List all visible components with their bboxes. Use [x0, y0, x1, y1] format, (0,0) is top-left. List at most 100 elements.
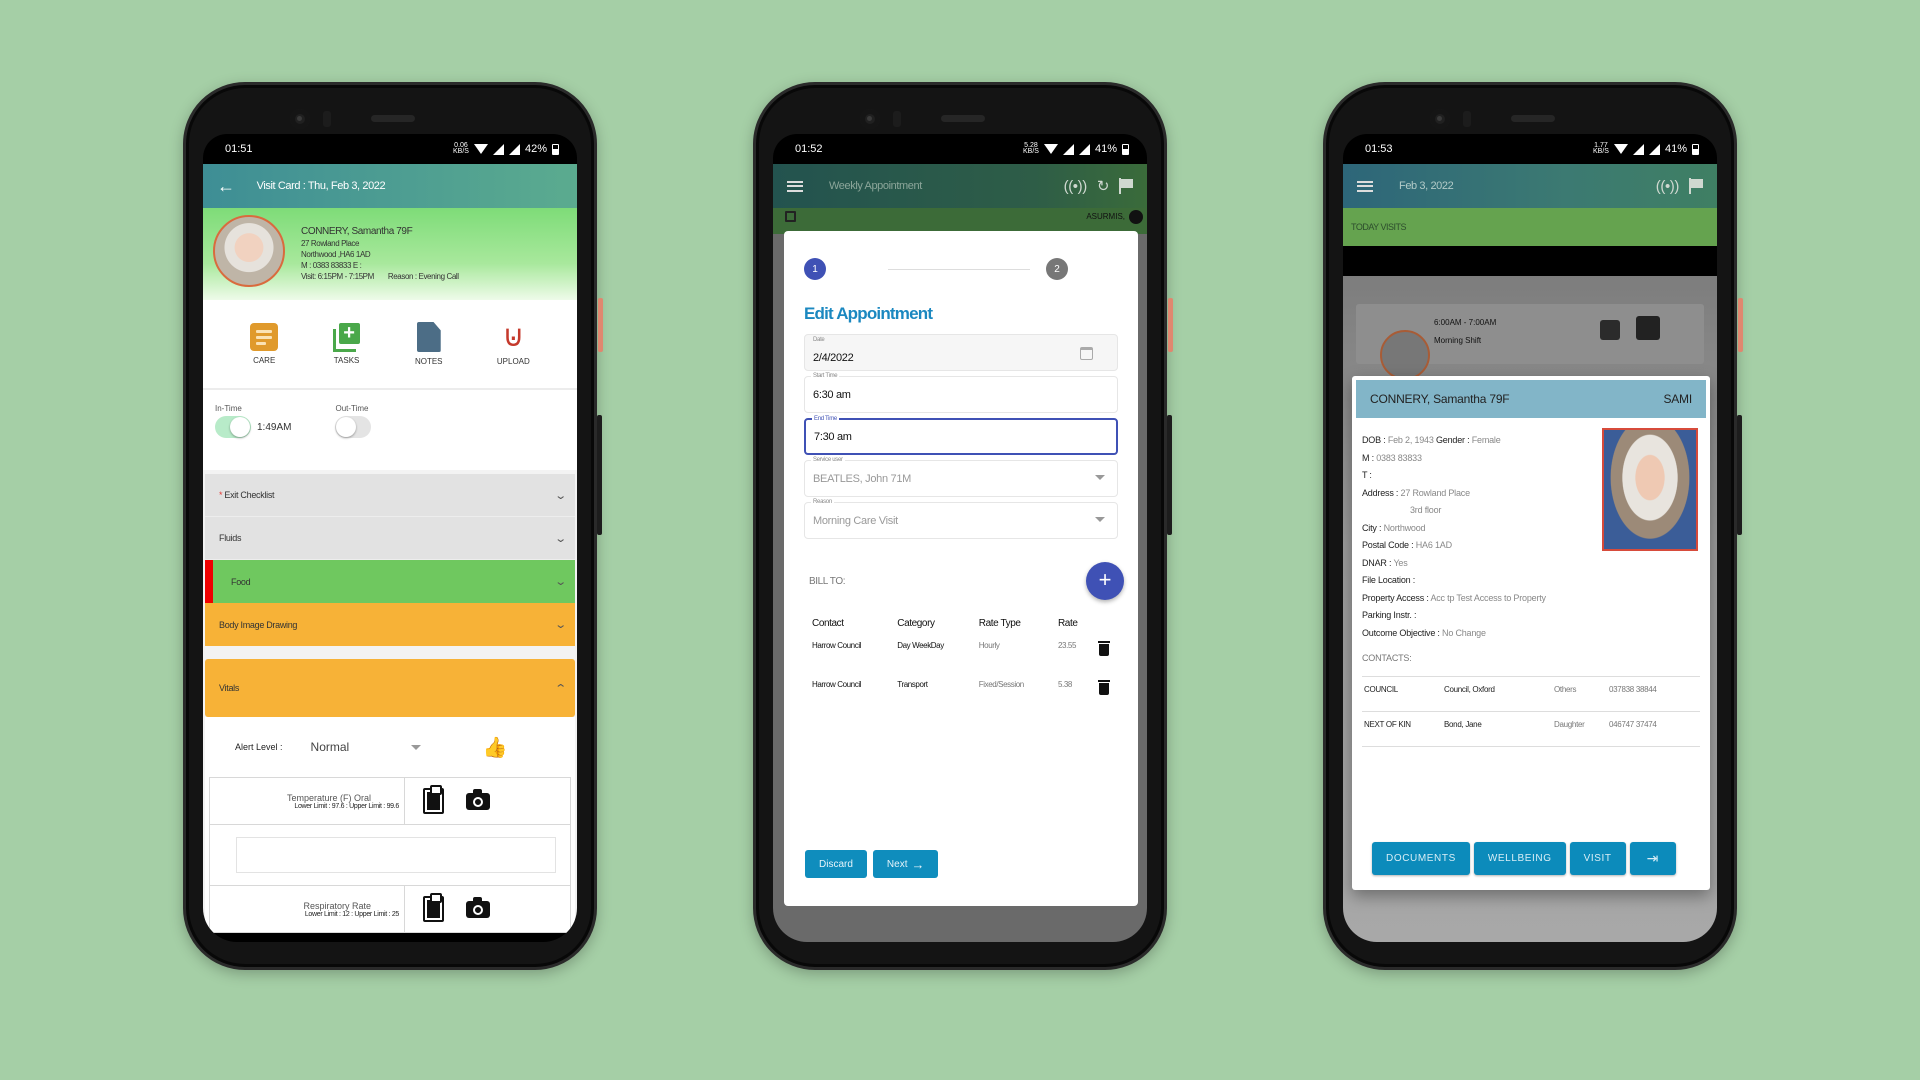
battery-icon [552, 143, 559, 155]
menu-icon[interactable] [1357, 180, 1373, 192]
calendar-icon[interactable] [1080, 347, 1093, 360]
chevron-down-icon: ⌄ [554, 532, 567, 545]
camera-icon[interactable] [466, 788, 490, 810]
client-detail-header: CONNERY, Samantha 79F SAMI [1356, 380, 1706, 418]
wifi-icon [473, 144, 488, 154]
chevron-down-icon: ⌄ [554, 576, 567, 588]
client-detail-dialog: CONNERY, Samantha 79F SAMI DOB : Feb 2, … [1352, 376, 1710, 890]
column-header: Category [897, 617, 935, 629]
broadcast-icon[interactable]: ((•)) [1656, 178, 1680, 195]
vital-row: Temperature (F) Oral Lower Limit : 97.6 … [209, 777, 571, 825]
sign-in-icon: ⇥ [1646, 850, 1659, 866]
volume-button [1167, 415, 1172, 535]
vital-row: Respiratory Rate Lower Limit : 12 : Uppe… [209, 885, 571, 933]
section-fluids[interactable]: Fluids ⌄ [205, 517, 575, 560]
notes-label: NOTES [414, 357, 443, 366]
step-connector [888, 268, 1030, 270]
network-speed: 0.06 KB/S [453, 142, 469, 155]
next-button[interactable]: Next → [872, 850, 939, 878]
app-bar: Weekly Appointment ((•)) ↻ [773, 164, 1147, 208]
calendar-icon [785, 211, 796, 222]
start-time-field[interactable]: Start Time 6:30 am [804, 373, 1118, 413]
battery-percent: 42% [524, 143, 547, 155]
field-outcome: Outcome Objective : No Change [1362, 627, 1486, 638]
signal-icon [1632, 143, 1644, 155]
clipboard-icon[interactable] [423, 893, 444, 922]
add-task-icon [332, 323, 361, 352]
tasks-button[interactable]: TASKS [332, 323, 361, 365]
time-toggles: In-Time 1:49AM Out-Time [203, 390, 577, 470]
wellbeing-button[interactable]: WELLBEING [1473, 842, 1566, 875]
start-time-value: 6:30 am [813, 388, 851, 401]
column-header: Rate [1057, 617, 1078, 629]
visit-button[interactable]: VISIT [1569, 842, 1626, 875]
status-time: 01:53 [1365, 143, 1393, 155]
field-label: Start Time [811, 373, 840, 380]
vital-value-row [209, 825, 571, 885]
required-mark: * [219, 490, 223, 500]
signal-icon [508, 143, 520, 155]
contact-row: COUNCIL Council, Oxford Others 037838 38… [1362, 676, 1700, 711]
vital-value-input[interactable] [236, 837, 556, 873]
out-time-toggle[interactable] [335, 416, 372, 438]
front-camera [860, 109, 880, 129]
network-speed: 5.28 KB/S [1023, 142, 1039, 155]
alert-level-select[interactable]: Normal [311, 740, 401, 754]
client-name: CONNERY, Samantha 79F [1370, 392, 1510, 406]
date-field[interactable]: Date 2/4/2022 [804, 334, 1118, 371]
edit-appointment-dialog: 1 2 Edit Appointment Date 2/4/2022 Start… [784, 231, 1138, 906]
end-time-field[interactable]: End Time 7:30 am [804, 416, 1118, 455]
visit-card: 6:00AM - 7:00AM Morning Shift [1356, 304, 1704, 380]
dropdown-caret-icon [1095, 517, 1105, 522]
exit-button[interactable]: ⇥ [1629, 842, 1676, 875]
section-exit-checklist[interactable]: * Exit Checklist ⌄ [205, 474, 575, 517]
stepper: 1 2 [804, 258, 1118, 280]
arrow-left-icon[interactable]: ← [217, 176, 235, 197]
delete-icon[interactable] [1098, 641, 1111, 656]
section-vitals[interactable]: Vitals ⌃ [205, 659, 575, 717]
menu-icon[interactable] [787, 180, 803, 192]
camera-icon[interactable] [466, 896, 490, 918]
section-food[interactable]: Food ⌄ [205, 560, 575, 603]
vital-limits: Lower Limit : 97.6 : Upper Limit : 99.6 [294, 802, 399, 810]
section-body-image-drawing[interactable]: Body Image Drawing ⌄ [205, 603, 575, 646]
vitals-panel: Alert Level : Normal 👍 Temperature (F) O… [205, 717, 575, 933]
delete-icon[interactable] [1098, 680, 1111, 695]
front-camera [1430, 109, 1450, 129]
clipboard-icon[interactable] [423, 785, 444, 814]
flag-icon[interactable] [1119, 178, 1133, 194]
contact-relation: Daughter [1554, 719, 1585, 729]
contacts-table: COUNCIL Council, Oxford Others 037838 38… [1362, 676, 1700, 747]
sensor [1463, 111, 1471, 127]
battery-percent: 41% [1094, 143, 1117, 155]
app-bar: Feb 3, 2022 ((•)) [1343, 164, 1717, 208]
documents-button[interactable]: DOCUMENTS [1372, 842, 1470, 875]
flag-icon[interactable] [1689, 178, 1703, 194]
volume-button [597, 415, 602, 535]
upload-button[interactable]: ⊍ UPLOAD [497, 322, 530, 367]
power-button [1738, 298, 1743, 352]
phone-client-details: 01:53 1.77 KB/S 41% Feb 3, 2022 ((•)) TOD… [1323, 82, 1743, 970]
service-user-select[interactable]: Service user BEATLES, John 71M [804, 457, 1118, 497]
vital-name: Respiratory Rate [303, 900, 371, 911]
history-icon[interactable]: ↻ [1097, 177, 1110, 195]
add-bill-button[interactable]: + [1086, 562, 1124, 600]
reason-select[interactable]: Reason Morning Care Visit [804, 499, 1118, 539]
cell-rate: 5.38 [1057, 680, 1072, 689]
broadcast-icon[interactable]: ((•)) [1064, 178, 1088, 195]
vital-limits: Lower Limit : 12 : Upper Limit : 25 [304, 910, 399, 918]
cell-contact: Harrow Council [812, 641, 862, 650]
thumbs-up-icon[interactable]: 👍 [483, 735, 508, 760]
visit-time: Visit: 6:15PM - 7:15PM [301, 272, 374, 281]
discard-button[interactable]: Discard [805, 850, 867, 878]
contact-row: NEXT OF KIN Bond, Jane Daughter 046747 3… [1362, 711, 1700, 746]
notes-button[interactable]: NOTES [415, 322, 443, 366]
contact-type: COUNCIL [1364, 684, 1398, 694]
contact-phone: 046747 37474 [1609, 719, 1657, 729]
in-time-toggle[interactable] [215, 416, 251, 438]
care-button[interactable]: CARE [250, 323, 279, 365]
table-row: Harrow Council Day WeekDay Hourly 23.55 [804, 635, 1118, 674]
action-bar: CARE TASKS NOTES ⊍ UPLOAD [203, 300, 577, 390]
printer-icon [1636, 316, 1660, 340]
chevron-down-icon: ⌄ [554, 619, 567, 631]
